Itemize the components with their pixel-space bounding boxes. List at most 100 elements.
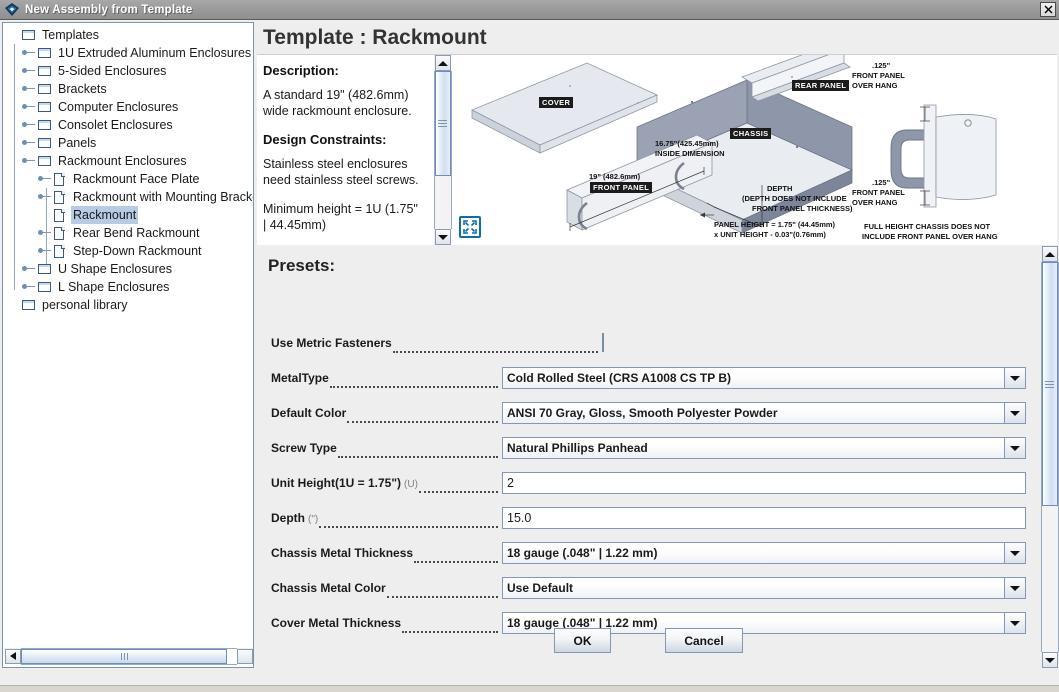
tree-item-1u-extruded-aluminum-enclosures[interactable]: 1U Extruded Aluminum Enclosures: [21, 44, 253, 62]
tree-item-personal-library[interactable]: personal library: [5, 296, 129, 314]
tree-hscroll-track[interactable]: [21, 647, 237, 665]
preset-unit-unit-height-1u-1-75: (U): [404, 479, 418, 490]
tree-item-label: L Shape Enclosures: [58, 280, 170, 294]
tree-item-rear-bend-rackmount[interactable]: Rear Bend Rackmount: [37, 224, 201, 242]
expand-fullscreen-icon[interactable]: [459, 216, 481, 238]
tree-knob-spacer: [5, 26, 21, 44]
dropdown-metaltype[interactable]: Cold Rolled Steel (CRS A1008 CS TP B): [502, 367, 1026, 389]
scroll-down-arrow-icon[interactable]: [1041, 652, 1058, 668]
scroll-right-arrow-icon[interactable]: [237, 648, 253, 664]
chevron-down-icon[interactable]: [1004, 578, 1025, 598]
tree-item-computer-enclosures[interactable]: Computer Enclosures: [21, 98, 180, 116]
tree-item-rackmount-with-mounting-brackets[interactable]: Rackmount with Mounting Brackets: [37, 188, 253, 206]
drawing-overhang-bottom-line2: OVER HANG: [852, 198, 898, 207]
collapse-knob-icon[interactable]: [21, 152, 37, 170]
input-unit-height-1u-1-75[interactable]: 2: [502, 472, 1026, 494]
dropdown-chassis-metal-color[interactable]: Use Default: [502, 577, 1026, 599]
scroll-up-arrow-icon[interactable]: [1041, 246, 1058, 262]
dropdown-default-color[interactable]: ANSI 70 Gray, Gloss, Smooth Polyester Po…: [502, 402, 1026, 424]
close-icon[interactable]: [1040, 2, 1056, 17]
description-vscroll-track[interactable]: [433, 71, 452, 229]
presets-heading: Presets:: [268, 256, 336, 275]
description-vscroll-thumb[interactable]: [434, 71, 451, 176]
expand-knob-icon[interactable]: [37, 188, 53, 206]
folder-icon: [37, 263, 53, 276]
tree-item-rackmount[interactable]: Rackmount: [37, 206, 139, 224]
tree-item-label: Consolet Enclosures: [58, 118, 173, 132]
folder-icon: [37, 281, 53, 294]
tree-item-rackmount-enclosures[interactable]: Rackmount Enclosures: [21, 152, 189, 170]
expand-knob-icon[interactable]: [21, 278, 37, 296]
drawing-full-height-note-1: FULL HEIGHT CHASSIS DOES NOT: [864, 222, 991, 231]
dropdown-chassis-metal-thickness[interactable]: 18 gauge (.048" | 1.22 mm): [502, 542, 1026, 564]
drawing-overhang-top-line2: OVER HANG: [852, 81, 898, 90]
tree-horizontal-scrollbar[interactable]: [5, 647, 253, 665]
expand-knob-icon[interactable]: [21, 98, 37, 116]
drawing-panel-height-1: PANEL HEIGHT = 1.75" (44.45mm): [714, 220, 836, 229]
description-vertical-scrollbar[interactable]: [433, 55, 452, 245]
tree-item-consolet-enclosures[interactable]: Consolet Enclosures: [21, 116, 175, 134]
form-vscroll-track[interactable]: [1040, 262, 1059, 652]
window-bottom-edge: [0, 685, 1059, 692]
form-vscroll-thumb[interactable]: [1041, 262, 1058, 506]
tree-item-panels[interactable]: Panels: [21, 134, 98, 152]
tree-item-rackmount-face-plate[interactable]: Rackmount Face Plate: [37, 170, 201, 188]
expand-knob-icon[interactable]: [21, 44, 37, 62]
chevron-down-icon[interactable]: [1004, 368, 1025, 388]
template-tree[interactable]: Templates 1U Extruded Aluminum Enclosures…: [3, 23, 253, 651]
checkbox-use-metric-fasteners[interactable]: [601, 333, 604, 352]
dropdown-value-chassis-metal-thickness: 18 gauge (.048" | 1.22 mm): [507, 546, 658, 560]
drawing-label-cover: COVER: [539, 97, 574, 108]
expand-knob-icon[interactable]: [21, 80, 37, 98]
tree-item-step-down-rackmount[interactable]: Step-Down Rackmount: [37, 242, 204, 260]
tree-item-5-sided-enclosures[interactable]: 5-Sided Enclosures: [21, 62, 168, 80]
folder-icon: [37, 101, 53, 114]
preset-leader-dots: [392, 339, 598, 353]
preset-row-chassis-metal-thickness: Chassis Metal Thickness 18 gauge (.048" |…: [271, 542, 1026, 564]
tree-item-l-shape-enclosures[interactable]: L Shape Enclosures: [21, 278, 171, 296]
tree-item-label: Templates: [42, 28, 99, 42]
preset-label-depth: Depth ("): [271, 511, 319, 525]
form-vertical-scrollbar[interactable]: [1040, 246, 1059, 668]
template-detail-area: Template : Rackmount Description: A stan…: [257, 22, 1057, 670]
tree-item-label: Brackets: [58, 82, 107, 96]
preset-control-wrap: Use Default: [502, 577, 1026, 599]
expand-knob-icon[interactable]: [21, 134, 37, 152]
design-constraints-heading: Design Constraints:: [263, 132, 387, 147]
drawing-panel-height-2: x UNIT HEIGHT - 0.03"(0.76mm): [714, 230, 826, 239]
scroll-left-arrow-icon[interactable]: [5, 648, 21, 664]
tree-hscroll-thumb[interactable]: [21, 648, 227, 664]
dropdown-screw-type[interactable]: Natural Phillips Panhead: [502, 437, 1026, 459]
drawing-depth-note-1: (DEPTH DOES NOT INCLUDE: [742, 194, 847, 203]
preset-control-wrap: 15.0: [502, 507, 1026, 529]
tree-item-label: Rackmount Enclosures: [58, 154, 187, 168]
tree-item-label: 1U Extruded Aluminum Enclosures: [58, 46, 252, 60]
expand-knob-icon[interactable]: [37, 242, 53, 260]
tree-item-u-shape-enclosures[interactable]: U Shape Enclosures: [21, 260, 174, 278]
ok-button[interactable]: OK: [554, 628, 611, 653]
tree-item-templates[interactable]: Templates: [5, 26, 101, 44]
expand-knob-icon[interactable]: [21, 62, 37, 80]
chevron-down-icon[interactable]: [1004, 403, 1025, 423]
tree-item-brackets[interactable]: Brackets: [21, 80, 109, 98]
expand-knob-icon[interactable]: [21, 260, 37, 278]
cancel-button[interactable]: Cancel: [665, 628, 743, 653]
preset-control-wrap: Cold Rolled Steel (CRS A1008 CS TP B): [502, 367, 1026, 389]
expand-knob-icon[interactable]: [37, 224, 53, 242]
chevron-down-icon[interactable]: [1004, 438, 1025, 458]
folder-icon: [37, 155, 53, 168]
tree-item-label: personal library: [42, 298, 128, 312]
expand-knob-icon[interactable]: [37, 170, 53, 188]
scroll-up-arrow-icon[interactable]: [434, 55, 451, 71]
scroll-down-arrow-icon[interactable]: [434, 229, 451, 245]
scroll-grip-icon: [120, 652, 128, 660]
expand-knob-icon[interactable]: [21, 116, 37, 134]
drawing-width-dimension: 19" (482.6mm): [589, 172, 641, 181]
dialog-button-row: OK Cancel: [257, 628, 1040, 653]
tree-connector-line-children: [46, 188, 47, 264]
chevron-down-icon[interactable]: [1004, 543, 1025, 563]
dropdown-value-metaltype: Cold Rolled Steel (CRS A1008 CS TP B): [507, 371, 732, 385]
drawing-overhang-top-line1: FRONT PANEL: [852, 71, 905, 80]
page-title: Template : Rackmount: [263, 26, 487, 49]
input-depth[interactable]: 15.0: [502, 507, 1026, 529]
